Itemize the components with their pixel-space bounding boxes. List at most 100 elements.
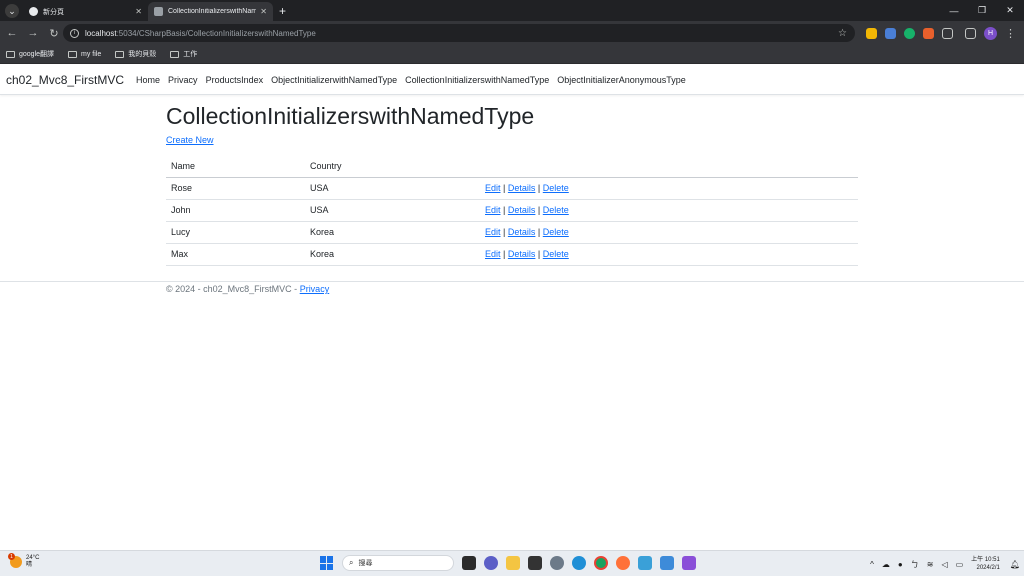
- translate-extension-icon[interactable]: [885, 27, 896, 39]
- notepad-icon[interactable]: [660, 556, 674, 570]
- tab-collection-initializers[interactable]: CollectionInitializerswithNam ✕: [148, 2, 273, 21]
- url-path: :5034/CSharpBasis/CollectionInitializers…: [116, 28, 316, 38]
- nav-object-initializer-named[interactable]: ObjectInitializerwithNamedType: [271, 75, 397, 85]
- ime-indicator[interactable]: ㄅ: [911, 559, 919, 570]
- cell-actions: Edit | Details | Delete: [480, 221, 858, 244]
- footer-privacy-link[interactable]: Privacy: [300, 284, 330, 294]
- clock-time: 上午 10:51: [971, 557, 1000, 563]
- extensions-area: H ⋮: [862, 21, 1024, 45]
- weather-desc: 晴: [26, 562, 33, 568]
- app-icon[interactable]: [638, 556, 652, 570]
- delete-link[interactable]: Delete: [543, 183, 569, 193]
- browser-toolbar: ← → ↻ i localhost:5034/CSharpBasis/Colle…: [0, 21, 1024, 45]
- bookmark-folder-work[interactable]: 工作: [170, 49, 197, 59]
- windows-start-icon[interactable]: [320, 556, 334, 570]
- search-icon: ⌕: [349, 558, 354, 567]
- settings-gear-icon[interactable]: [550, 556, 564, 570]
- tray-overflow-chevron-icon[interactable]: ^: [870, 560, 874, 569]
- navbar-brand[interactable]: ch02_Mvc8_FirstMVC: [6, 73, 124, 87]
- cell-name: Rose: [166, 177, 305, 200]
- edit-link[interactable]: Edit: [485, 205, 501, 215]
- forward-arrow-icon[interactable]: →: [24, 24, 42, 42]
- nav-home[interactable]: Home: [136, 75, 160, 85]
- onedrive-icon[interactable]: ☁: [882, 560, 890, 569]
- nav-products-index[interactable]: ProductsIndex: [206, 75, 264, 85]
- side-panel-icon[interactable]: [965, 27, 976, 39]
- new-tab-plus-icon[interactable]: +: [279, 4, 286, 18]
- address-bar[interactable]: i localhost:5034/CSharpBasis/CollectionI…: [63, 24, 855, 42]
- column-header-actions: [480, 155, 858, 178]
- notification-bell-icon[interactable]: 🔔︎: [1010, 560, 1020, 569]
- delete-link[interactable]: Delete: [543, 249, 569, 259]
- bookmark-folder-shells[interactable]: 我的貝殼: [115, 49, 156, 59]
- extension-icon[interactable]: [866, 27, 877, 39]
- bookmark-label: 我的貝殼: [128, 51, 157, 58]
- cell-country: USA: [305, 199, 480, 222]
- bookmarks-bar: google翻譯 my file 我的貝殼 工作: [0, 45, 1024, 64]
- firefox-icon[interactable]: [616, 556, 630, 570]
- cell-name: Max: [166, 243, 305, 266]
- details-link[interactable]: Details: [508, 249, 536, 259]
- volume-icon[interactable]: ◁: [941, 560, 947, 569]
- task-view-icon[interactable]: [462, 556, 476, 570]
- tab-search-icon[interactable]: ⌄: [5, 4, 19, 18]
- weather-text: 24°C 晴: [26, 555, 39, 569]
- visual-studio-icon[interactable]: [682, 556, 696, 570]
- cell-name: John: [166, 199, 305, 222]
- chat-icon[interactable]: [484, 556, 498, 570]
- app-tray-icon[interactable]: ●: [898, 560, 903, 569]
- bookmark-folder-myfile[interactable]: my file: [68, 50, 101, 58]
- edit-link[interactable]: Edit: [485, 183, 501, 193]
- page-favicon-icon: [154, 7, 163, 16]
- tab-new-tab[interactable]: 新分頁 ✕: [23, 2, 148, 21]
- taskbar-clock[interactable]: 上午 10:51 2024/2/1: [971, 556, 1000, 572]
- more-menu-icon[interactable]: ⋮: [1005, 27, 1016, 40]
- nav-collection-initializers-named[interactable]: CollectionInitializerswithNamedType: [405, 75, 549, 85]
- window-controls: — ❐ ✕: [940, 0, 1024, 21]
- chrome-browser-icon[interactable]: [594, 556, 608, 570]
- restore-icon[interactable]: ❐: [968, 0, 996, 21]
- tab-close-icon[interactable]: ✕: [260, 7, 267, 16]
- cell-country: Korea: [305, 221, 480, 244]
- site-info-icon[interactable]: i: [70, 28, 79, 38]
- column-header-country: Country: [305, 155, 480, 178]
- search-placeholder: 搜尋: [358, 560, 373, 567]
- delete-link[interactable]: Delete: [543, 205, 569, 215]
- file-explorer-icon[interactable]: [506, 556, 520, 570]
- cell-actions: Edit | Details | Delete: [480, 243, 858, 266]
- taskbar-search[interactable]: ⌕ 搜尋: [342, 555, 454, 571]
- separator: |: [537, 183, 541, 193]
- edge-browser-icon[interactable]: [572, 556, 586, 570]
- page-title: CollectionInitializerswithNamedType: [166, 103, 535, 129]
- create-new-link[interactable]: Create New: [166, 135, 214, 145]
- os-taskbar: 1 24°C 晴 ⌕ 搜尋 ^ ☁ ● ㄅ ≋ ◁ ▭ 上午 10:51 2024/2…: [0, 550, 1024, 576]
- web-page: ch02_Mvc8_FirstMVC Home Privacy Products…: [0, 65, 1024, 550]
- terminal-icon[interactable]: [528, 556, 542, 570]
- battery-icon[interactable]: ▭: [956, 560, 964, 569]
- cell-actions: Edit | Details | Delete: [480, 199, 858, 222]
- details-link[interactable]: Details: [508, 227, 536, 237]
- extensions-puzzle-icon[interactable]: [942, 27, 953, 39]
- extension-icon[interactable]: [923, 27, 934, 39]
- weather-widget[interactable]: 1 24°C 晴: [8, 553, 39, 569]
- details-link[interactable]: Details: [508, 205, 536, 215]
- nav-privacy[interactable]: Privacy: [168, 75, 198, 85]
- wifi-icon[interactable]: ≋: [927, 560, 934, 569]
- edit-link[interactable]: Edit: [485, 249, 501, 259]
- window-close-icon[interactable]: ✕: [996, 0, 1024, 21]
- minimize-icon[interactable]: —: [940, 0, 968, 21]
- tab-close-icon[interactable]: ✕: [135, 7, 142, 16]
- bookmark-star-icon[interactable]: ☆: [838, 28, 847, 39]
- footer-text-wrap: © 2024 - ch02_Mvc8_FirstMVC - Privacy: [166, 284, 329, 294]
- delete-link[interactable]: Delete: [543, 227, 569, 237]
- table-row: John USA Edit | Details | Delete: [166, 199, 858, 222]
- bookmark-folder-google[interactable]: google翻譯: [6, 49, 54, 59]
- profile-avatar[interactable]: H: [984, 26, 997, 40]
- grammarly-extension-icon[interactable]: [904, 27, 915, 39]
- back-arrow-icon[interactable]: ←: [3, 24, 21, 42]
- details-link[interactable]: Details: [508, 183, 536, 193]
- nav-object-initializer-anonymous[interactable]: ObjectInitializerAnonymousType: [557, 75, 686, 85]
- edit-link[interactable]: Edit: [485, 227, 501, 237]
- reload-icon[interactable]: ↻: [45, 24, 63, 42]
- main-container: CollectionInitializerswithNamedType Crea…: [166, 103, 858, 266]
